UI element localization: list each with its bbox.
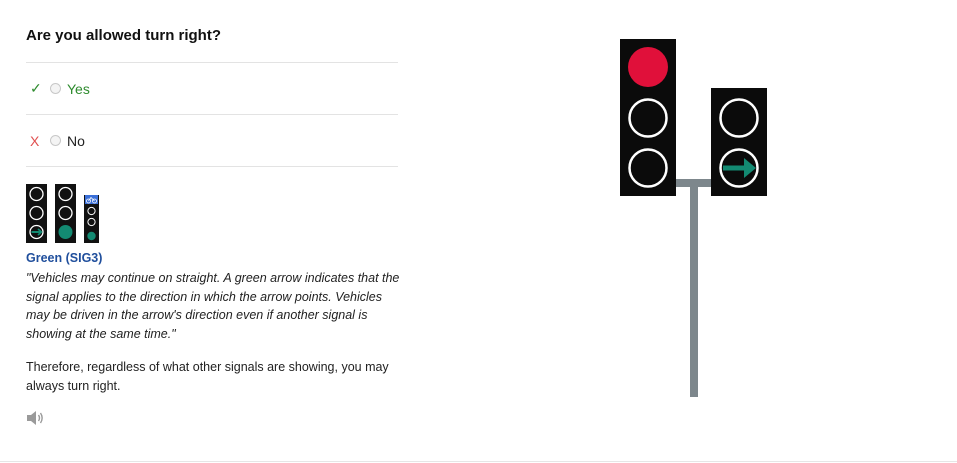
explanation-conclusion: Therefore, regardless of what other sign… [26, 360, 389, 393]
question-title: Are you allowed turn right? [26, 27, 222, 44]
radio-no[interactable] [50, 135, 61, 146]
option-no[interactable]: X No [26, 114, 398, 167]
speaker-icon[interactable] [25, 409, 45, 432]
traffic-light-illustration [620, 39, 780, 404]
signal-quote: "Vehicles may continue on straight. A gr… [26, 271, 400, 341]
answer-options: ✓ Yes X No [26, 62, 398, 167]
option-yes-label: Yes [67, 80, 90, 97]
bottom-divider [0, 461, 957, 462]
option-no-label: No [67, 132, 85, 149]
radio-yes[interactable] [50, 83, 61, 94]
option-yes[interactable]: ✓ Yes [26, 62, 398, 114]
correct-check-icon: ✓ [30, 80, 42, 96]
traffic-signal-thumbnails [26, 184, 106, 249]
signal-title: Green (SIG3) [26, 251, 103, 265]
wrong-x-icon: X [30, 132, 40, 149]
